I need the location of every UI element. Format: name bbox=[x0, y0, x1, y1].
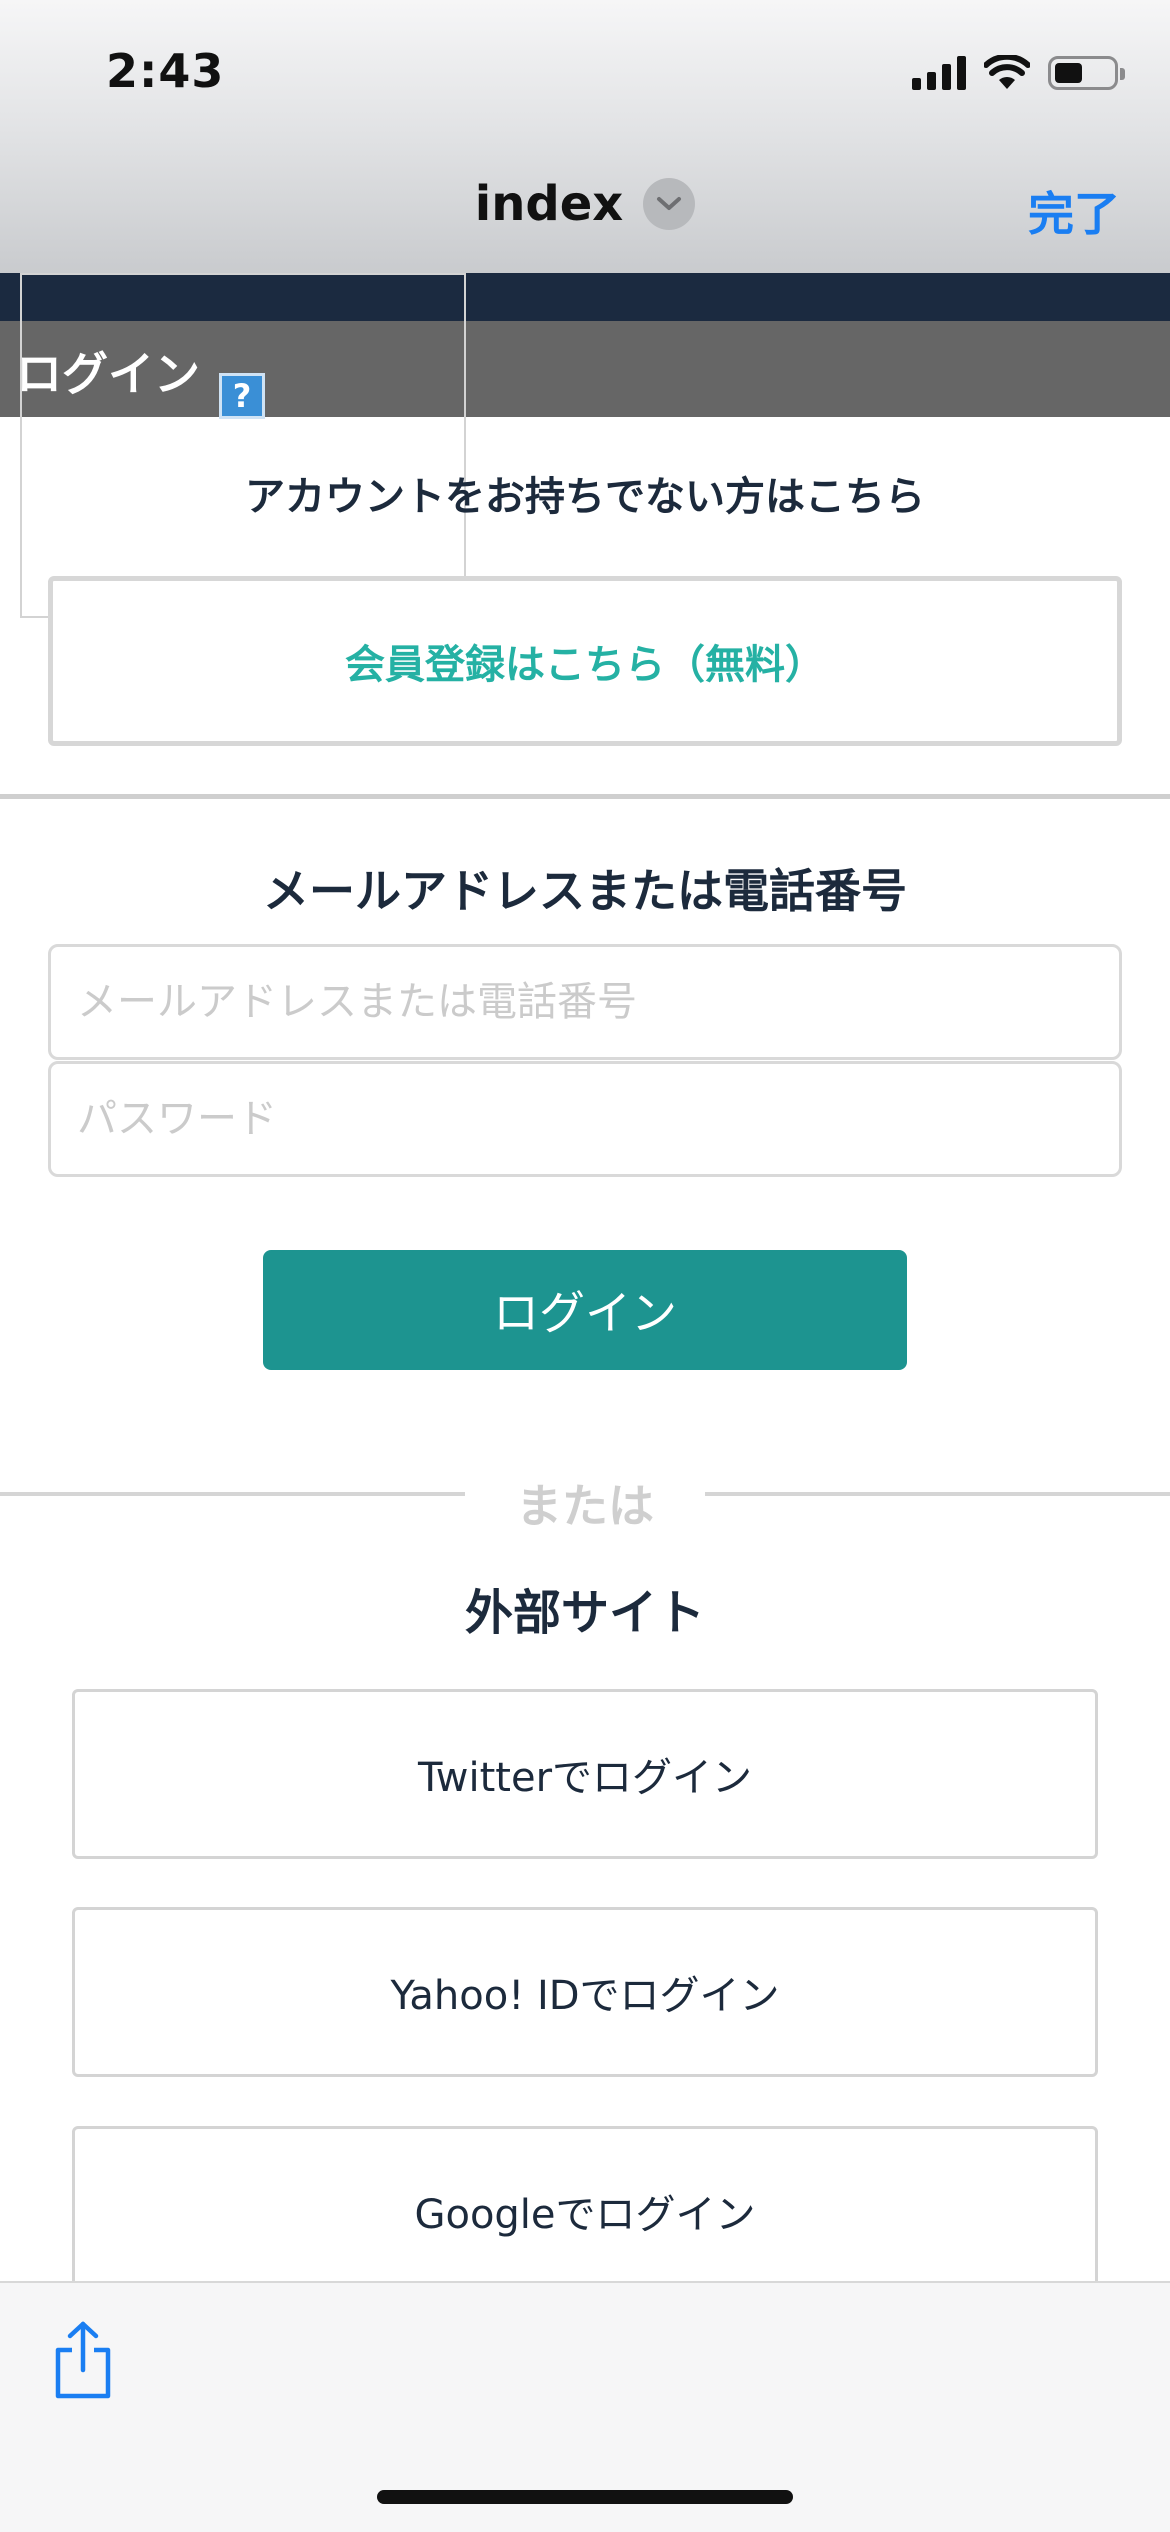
login-button[interactable]: ログイン bbox=[263, 1250, 907, 1370]
page-title: ログイン bbox=[16, 347, 200, 401]
email-field[interactable] bbox=[48, 944, 1122, 1060]
address-title[interactable]: index bbox=[0, 176, 1170, 232]
help-icon[interactable]: ? bbox=[219, 373, 265, 419]
page-name[interactable]: index bbox=[475, 176, 624, 232]
battery-icon bbox=[1048, 56, 1125, 90]
register-button[interactable]: 会員登録はこちら（無料） bbox=[48, 576, 1122, 746]
home-indicator bbox=[377, 2490, 793, 2504]
twitter-login-button[interactable]: Twitterでログイン bbox=[72, 1689, 1098, 1859]
status-icons bbox=[912, 50, 1125, 96]
chevron-down-icon[interactable] bbox=[643, 178, 696, 230]
done-button[interactable]: 完了 bbox=[1028, 178, 1120, 244]
no-account-prompt: アカウントをお持ちでない方はこちら bbox=[245, 474, 925, 520]
signal-icon bbox=[912, 56, 966, 90]
section-divider bbox=[0, 794, 1170, 799]
google-login-button[interactable]: Googleでログイン bbox=[72, 2126, 1098, 2296]
password-field[interactable] bbox=[48, 1061, 1122, 1177]
login-heading: メールアドレスまたは電話番号 bbox=[263, 864, 907, 918]
or-label: または bbox=[516, 1479, 654, 1533]
site-header-strip bbox=[0, 273, 1170, 321]
share-icon[interactable] bbox=[52, 2320, 114, 2400]
status-time: 2:43 bbox=[106, 44, 225, 98]
external-heading: 外部サイト bbox=[464, 1585, 705, 1641]
yahoo-login-button[interactable]: Yahoo! IDでログイン bbox=[72, 1907, 1098, 2077]
wifi-icon bbox=[984, 55, 1030, 89]
browser-chrome bbox=[0, 0, 1170, 273]
